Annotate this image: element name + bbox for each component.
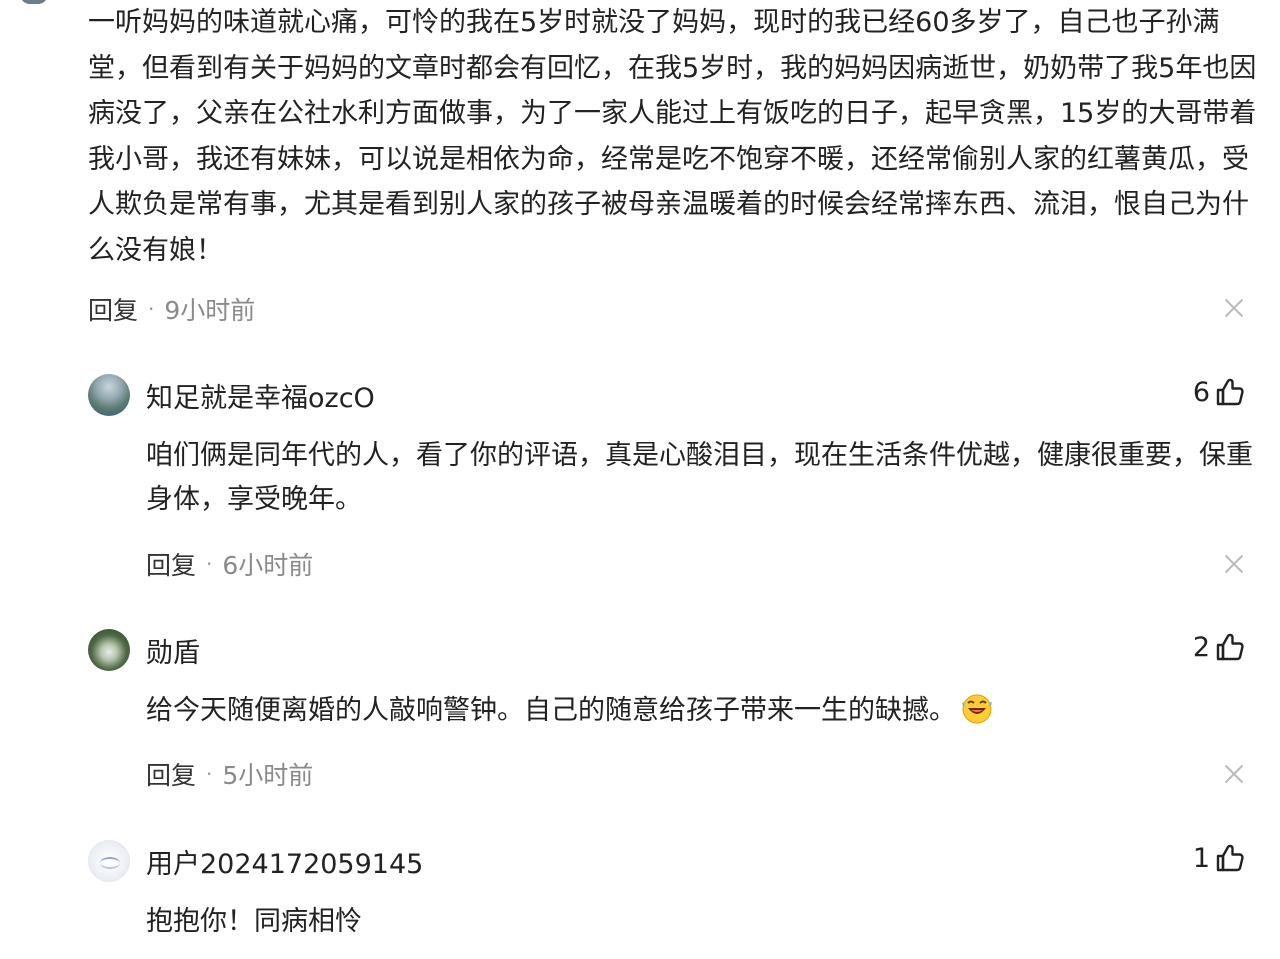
reply-username[interactable]: 勋盾: [146, 631, 200, 670]
like-count: 6: [1192, 376, 1210, 408]
like-button[interactable]: 2: [1193, 631, 1246, 663]
laughing-crying-emoji: [962, 694, 992, 724]
dandelion-avatar[interactable]: [88, 629, 130, 671]
reply-button[interactable]: 回复: [146, 756, 196, 792]
like-count: 1: [1192, 842, 1210, 874]
like-button[interactable]: 1: [1193, 842, 1246, 874]
thumbs-up-icon: [1216, 844, 1244, 872]
close-icon[interactable]: [1224, 554, 1244, 574]
previous-avatar: [20, 0, 48, 4]
reply-text: 给今天随便离婚的人敲响警钟。自己的随意给孩子带来一生的缺撼。: [146, 689, 1256, 733]
reply-meta: 回复 · 6小时前: [146, 547, 313, 581]
lake-landscape-avatar[interactable]: [88, 374, 130, 416]
meta-separator: ·: [148, 297, 155, 321]
comment-time: 5小时前: [222, 761, 314, 790]
reply-item: 勋盾 2 给今天随便离婚的人敲响警钟。自己的随意给孩子带来一生的缺撼。: [88, 629, 1258, 749]
comment-thread: 一听妈妈的味道就心痛，可怜的我在5岁时就没了妈妈，现时的我已经60多岁了，自己也…: [0, 0, 1280, 959]
meta-separator: ·: [206, 762, 213, 786]
reply-button[interactable]: 回复: [88, 291, 138, 327]
meta-separator: ·: [206, 552, 213, 576]
close-icon[interactable]: [1224, 764, 1244, 784]
comment-time: 6小时前: [222, 551, 314, 580]
main-comment: 一听妈妈的味道就心痛，可怜的我在5岁时就没了妈妈，现时的我已经60多岁了，自己也…: [88, 0, 1258, 273]
reply-username[interactable]: 用户2024172059145: [146, 842, 423, 881]
main-comment-text: 一听妈妈的味道就心痛，可怜的我在5岁时就没了妈妈，现时的我已经60多岁了，自己也…: [88, 7, 1257, 266]
avatar-mark-icon: [100, 857, 120, 869]
main-comment-meta: 回复 · 9小时前: [88, 292, 255, 326]
reply-text-content: 给今天随便离婚的人敲响警钟。自己的随意给孩子带来一生的缺撼。: [146, 695, 956, 726]
reply-meta: 回复 · 5小时前: [146, 757, 313, 791]
close-icon[interactable]: [1224, 298, 1244, 318]
reply-item: 用户2024172059145 1 抱抱你！同病相怜: [88, 840, 1258, 959]
thumbs-up-icon: [1216, 378, 1244, 406]
comment-time: 9小时前: [164, 296, 256, 325]
like-button[interactable]: 6: [1193, 376, 1246, 408]
reply-username[interactable]: 知足就是幸福ozcO: [146, 376, 375, 415]
like-count: 2: [1192, 631, 1210, 663]
reply-text: 咱们俩是同年代的人，看了你的评语，真是心酸泪目，现在生活条件优越，健康很重要，保…: [146, 440, 1253, 515]
reply-text: 抱抱你！同病相怜: [146, 906, 362, 937]
reply-button[interactable]: 回复: [146, 546, 196, 582]
default-user-avatar[interactable]: [88, 840, 130, 882]
thumbs-up-icon: [1216, 633, 1244, 661]
